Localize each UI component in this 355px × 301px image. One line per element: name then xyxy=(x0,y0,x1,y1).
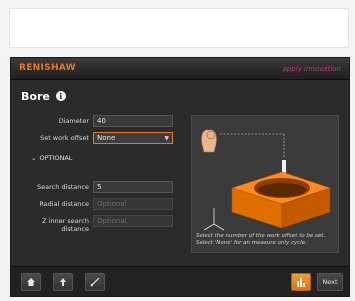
work-offset-label: Set work offset xyxy=(40,134,89,142)
z-inner-search-input[interactable]: Optional xyxy=(93,215,173,227)
search-distance-label: Search distance xyxy=(37,183,89,191)
radial-distance-input[interactable]: Optional xyxy=(93,198,173,210)
z-inner-search-label: Z inner search distance xyxy=(42,217,89,233)
work-offset-value: None xyxy=(97,134,116,142)
search-distance-input[interactable]: 5 xyxy=(93,181,173,193)
probe-icon xyxy=(201,129,217,153)
diameter-input[interactable]: 40 xyxy=(93,115,173,127)
back-button[interactable] xyxy=(53,273,73,291)
arrow-up-icon xyxy=(60,278,66,286)
home-icon xyxy=(27,278,35,286)
info-icon[interactable]: i xyxy=(55,91,66,101)
chevron-down-icon: ⌄ xyxy=(31,154,37,162)
renishaw-logo: RENISHAW xyxy=(19,63,76,73)
top-background xyxy=(0,0,355,56)
home-button[interactable] xyxy=(21,273,41,291)
diameter-label: Diameter xyxy=(58,117,89,125)
footer-toolbar: Next xyxy=(11,266,349,296)
brand-tagline: apply innovation xyxy=(282,65,341,73)
results-icon xyxy=(297,278,305,287)
probe-icon xyxy=(90,277,100,287)
page-title: Bore xyxy=(21,89,50,103)
top-card xyxy=(9,8,349,48)
next-button[interactable]: Next xyxy=(317,273,343,291)
title-row: Bore i xyxy=(21,88,66,104)
probe-button[interactable] xyxy=(85,273,105,291)
optional-label: OPTIONAL xyxy=(39,154,73,162)
results-button[interactable] xyxy=(291,273,311,291)
app-window: RENISHAW apply innovation Bore i Diamete… xyxy=(10,57,350,297)
optional-section-toggle[interactable]: ⌄ OPTIONAL xyxy=(31,154,72,162)
header-bar: RENISHAW apply innovation xyxy=(11,58,349,80)
bore-preview-panel: Select the number of the work offset to … xyxy=(191,115,339,253)
work-offset-select[interactable]: None ▼ xyxy=(93,132,173,144)
preview-hint: Select the number of the work offset to … xyxy=(196,233,326,246)
radial-distance-label: Radial distance xyxy=(39,200,89,208)
chevron-down-icon: ▼ xyxy=(164,135,169,142)
